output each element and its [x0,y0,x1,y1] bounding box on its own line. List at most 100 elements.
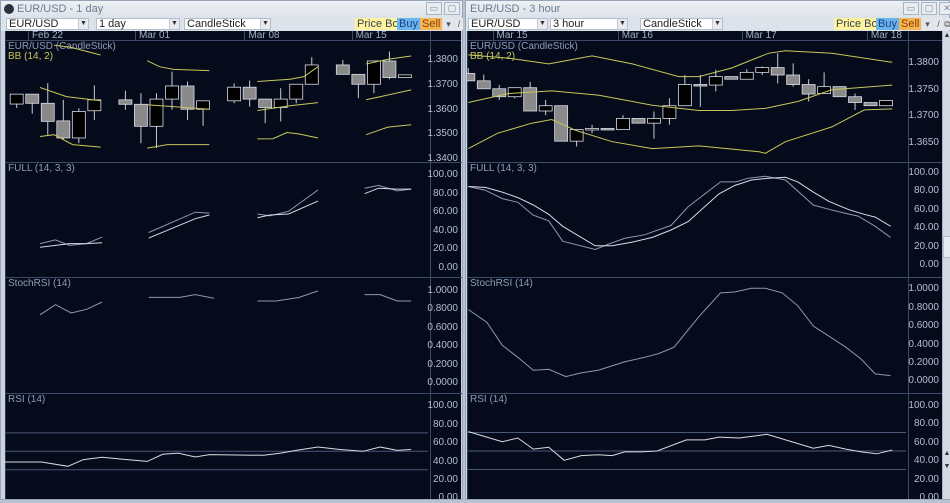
globe-icon [4,4,14,14]
window-titlebar[interactable]: EUR/USD - 3 hour ▭ ▢ ✕ [466,1,950,17]
indicator-title: BB (14, 2) [8,51,54,62]
axis-tick-label: 100.00 [427,169,458,181]
axis-tick-label: 1.3700 [908,110,939,122]
chevron-down-icon[interactable]: ▼ [78,19,88,29]
indicator-title: BB (14, 2) [470,51,516,62]
panel-title: FULL (14, 3, 3) [8,163,75,174]
rsi-panel[interactable]: RSI (14) [6,394,462,501]
popout-icon[interactable]: ⧉ [944,18,950,30]
scroll-up-arrow-icon[interactable]: ▲ [943,449,950,459]
axis-tick-label: 20.00 [913,473,939,485]
full-stochastic-panel[interactable]: FULL (14, 3, 3) [468,163,943,278]
axis-tick-label: 40.00 [432,224,458,236]
chart-type-select[interactable]: CandleStick ▼ [640,18,723,30]
date-label: Feb 22 [27,31,63,41]
rsi-panel[interactable]: RSI (14) [468,394,943,501]
date-axis: Mar 15 Mar 16 Mar 17 Mar 18 [468,31,942,41]
axis-tick-label: 1.3400 [427,153,458,164]
chart-type-value: CandleStick [643,18,702,30]
date-axis: Feb 22 Mar 01 Mar 08 Mar 15 [6,31,461,41]
value-axis[interactable]: 1.3800 1.3700 1.3600 1.3500 1.3400 100.00 80.0… [427,31,462,503]
axis-tick-label: 1.0000 [427,285,458,296]
close-button[interactable]: ✕ [939,2,950,15]
axis-tick-label: 1.3750 [908,83,939,95]
interval-select[interactable]: 3 hour ▼ [550,18,628,30]
axis-tick-label: 0.00 [438,261,458,273]
axis-tick-label: 60.00 [913,436,939,448]
chart-toolbar: EUR/USD ▼ 1 day ▼ CandleStick ▼ Price Box B… [1,17,463,31]
axis-tick-label: 0.0000 [427,377,458,388]
vertical-scrollbar[interactable]: ▲ ▲ ▼ [942,31,950,499]
axis-tick-label: 0.00 [438,492,458,503]
chart-area[interactable]: Feb 22 Mar 01 Mar 08 Mar 15 EUR/USD (Candle… [5,31,462,503]
symbol-select[interactable]: EUR/USD ▼ [468,18,548,30]
minimize-button[interactable]: ▭ [903,2,919,15]
chart-toolbar: EUR/USD ▼ 3 hour ▼ CandleStick ▼ Price Box … [466,17,950,31]
value-axis[interactable]: 1.3800 1.3750 1.3700 1.3650 100.00 80.00 60.00… [908,31,943,503]
window-title: EUR/USD - 3 hour [470,3,561,15]
axis-tick-label: 0.4000 [908,338,939,350]
maximize-button[interactable]: ▢ [444,2,460,15]
chart-window-3hour: EUR/USD - 3 hour ▭ ▢ ✕ EUR/USD ▼ 3 hour ▼ … [465,0,950,503]
axis-tick-label: 1.3700 [427,78,458,90]
chevron-down-icon[interactable]: ▼ [260,19,270,29]
chevron-down-icon[interactable]: ▼ [537,19,547,29]
date-label: Mar 15 [351,31,387,41]
axis-tick-label: 1.3500 [427,128,458,140]
sell-button[interactable]: Sell [420,18,443,30]
maximize-button[interactable]: ▢ [921,2,937,15]
chevron-down-icon[interactable]: ▼ [712,19,722,29]
chevron-down-icon[interactable]: ▼ [169,19,179,29]
axis-tick-label: 60.00 [432,206,458,218]
scroll-up-arrow-icon[interactable]: ▲ [943,31,950,41]
pencil-icon[interactable]: / [934,18,943,30]
stochrsi-panel[interactable]: StochRSI (14) [6,278,462,394]
chart-type-select[interactable]: CandleStick ▼ [184,18,271,30]
axis-tick-label: 40.00 [913,455,939,467]
indicator-menu-icon[interactable]: ▾ [443,18,454,30]
panel-title: StochRSI (14) [470,278,533,289]
date-label: Mar 17 [741,31,777,41]
axis-tick-label: 80.00 [432,418,458,430]
pencil-icon[interactable]: / [455,18,463,30]
axis-tick-label: 1.3600 [427,103,458,115]
date-label: Mar 16 [617,31,653,41]
axis-tick-label: 0.0000 [908,375,939,387]
axis-tick-label: 60.00 [913,203,939,215]
scrollbar-thumb[interactable] [943,236,950,258]
date-label: Mar 15 [492,31,528,41]
axis-tick-label: 20.00 [432,243,458,255]
price-panel[interactable]: EUR/USD (CandleStick) BB (14, 2) [468,41,943,163]
price-panel[interactable]: EUR/USD (CandleStick) BB (14, 2) [6,41,462,163]
window-titlebar[interactable]: EUR/USD - 1 day ▭ ▢ [1,1,462,17]
axis-tick-label: 1.3800 [908,57,939,69]
buy-button[interactable]: Buy [397,18,420,30]
axis-tick-label: 20.00 [432,473,458,485]
panel-title: RSI (14) [8,394,46,405]
axis-tick-label: 1.0000 [908,283,939,295]
buy-button[interactable]: Buy [876,18,899,30]
stochrsi-panel[interactable]: StochRSI (14) [468,278,943,394]
axis-tick-label: 0.6000 [908,320,939,332]
sell-button[interactable]: Sell [899,18,922,30]
axis-tick-label: 1.3650 [908,136,939,148]
chevron-down-icon[interactable]: ▼ [617,19,627,29]
interval-value: 3 hour [553,18,585,30]
chart-type-value: CandleStick [187,18,246,30]
axis-tick-label: 80.00 [913,418,939,430]
axis-tick-label: 0.6000 [427,321,458,333]
interval-select[interactable]: 1 day ▼ [96,18,180,30]
full-stochastic-panel[interactable]: FULL (14, 3, 3) [6,163,462,278]
axis-tick-label: 0.8000 [908,301,939,313]
scroll-down-arrow-icon[interactable]: ▼ [943,462,950,472]
indicator-menu-icon[interactable]: ▾ [922,18,933,30]
axis-tick-label: 100.00 [427,400,458,412]
axis-tick-label: 60.00 [432,437,458,449]
minimize-button[interactable]: ▭ [426,2,442,15]
panel-title: RSI (14) [470,394,508,405]
interval-value: 1 day [99,18,126,30]
axis-tick-label: 100.00 [908,399,939,411]
chart-area[interactable]: Mar 15 Mar 16 Mar 17 Mar 18 EUR/USD (Candle… [467,31,943,503]
symbol-select[interactable]: EUR/USD ▼ [6,18,89,30]
window-title: EUR/USD - 1 day [17,3,104,15]
